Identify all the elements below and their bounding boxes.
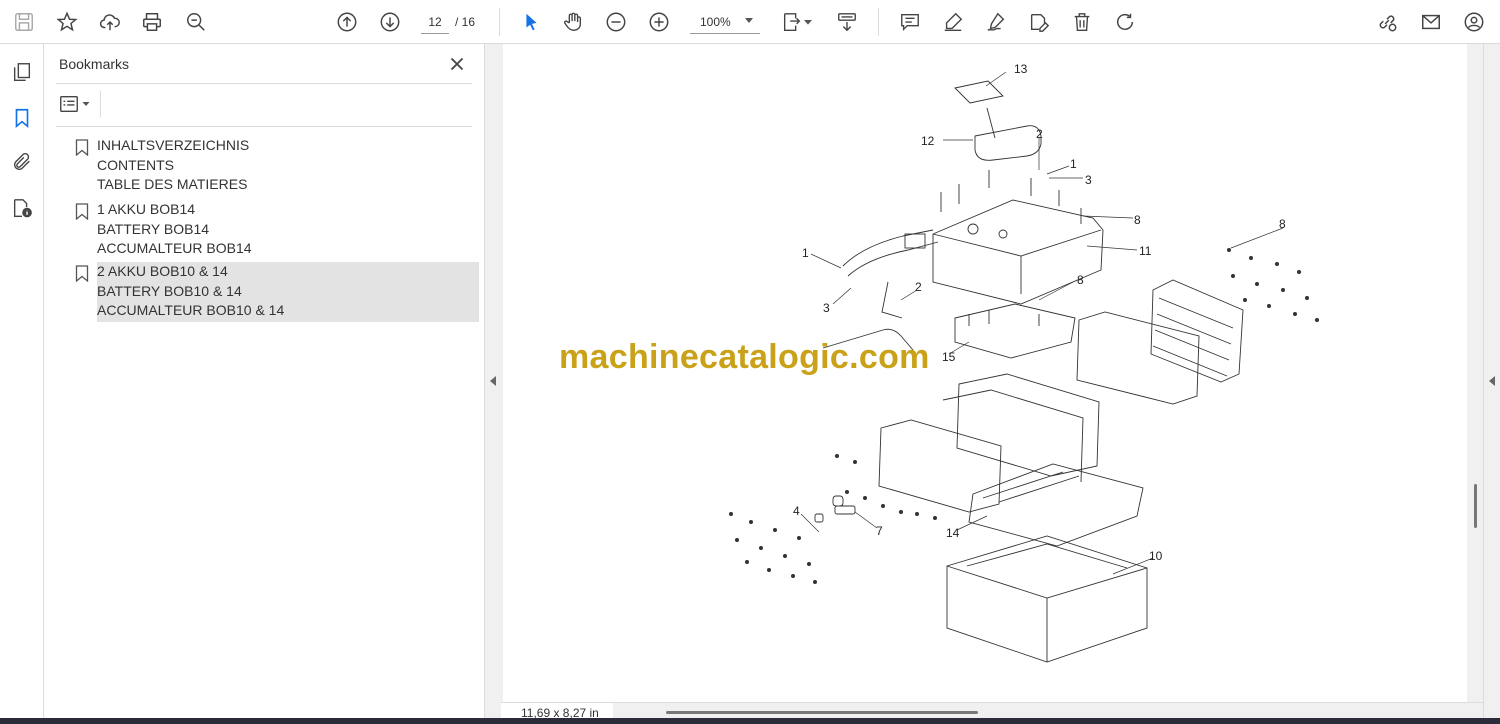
email-icon[interactable] (1417, 8, 1445, 36)
select-cursor-icon[interactable] (517, 8, 545, 36)
list-options-icon (60, 95, 78, 113)
zoom-search-icon[interactable] (182, 8, 210, 36)
taskbar-edge (0, 718, 1500, 724)
callout-label: 3 (823, 301, 830, 315)
horizontal-scrollbar[interactable] (666, 711, 978, 714)
callout-label: 7 (876, 524, 883, 538)
callout-label: 8 (1077, 273, 1084, 287)
document-info-icon[interactable] (8, 194, 36, 222)
close-icon[interactable] (446, 53, 468, 75)
bookmark-icon (75, 265, 89, 282)
chevron-down-icon[interactable] (800, 8, 816, 36)
callout-label: 11 (1139, 244, 1152, 258)
document-viewport[interactable]: 13 12 2 1 3 8 11 8 1 2 3 8 15 10 4 7 14 … (501, 44, 1483, 724)
callout-label: 10 (1149, 549, 1163, 563)
panel-title: Bookmarks (59, 56, 130, 72)
print-icon[interactable] (138, 8, 166, 36)
bookmarks-panel: Bookmarks INHALTSVERZEICHNIS CONTENTS TA… (44, 44, 485, 724)
zoom-out-icon[interactable] (602, 8, 630, 36)
scrollbar-thumb[interactable] (1474, 484, 1477, 528)
share-link-icon[interactable] (1373, 8, 1401, 36)
rotate-icon[interactable] (1111, 8, 1139, 36)
hand-icon[interactable] (559, 8, 587, 36)
divider (56, 126, 472, 127)
panel-collapse-handle[interactable] (485, 44, 501, 724)
zoom-in-icon[interactable] (645, 8, 673, 36)
page-total: / 16 (455, 15, 476, 29)
callout-label: 1 (802, 246, 809, 260)
page-number-input[interactable]: 12 (421, 10, 449, 34)
callout-label: 13 (1014, 62, 1028, 76)
right-panel-handle[interactable] (1483, 44, 1500, 724)
chevron-left-icon (490, 376, 496, 386)
bookmark-icon (75, 139, 89, 156)
callout-label: 4 (793, 504, 800, 518)
page-thumbnails-icon[interactable] (8, 58, 36, 86)
account-icon[interactable] (1460, 8, 1488, 36)
callout-label: 8 (1279, 217, 1286, 231)
bookmark-label: INHALTSVERZEICHNIS CONTENTS TABLE DES MA… (97, 137, 250, 192)
bookmark-options-button[interactable] (58, 92, 94, 116)
divider (56, 83, 472, 84)
star-icon[interactable] (53, 8, 81, 36)
chevron-down-icon (82, 102, 90, 106)
prev-page-icon[interactable] (333, 8, 361, 36)
divider (100, 91, 101, 117)
callout-label: 12 (921, 134, 935, 148)
delete-icon[interactable] (1068, 8, 1096, 36)
upload-icon[interactable] (96, 8, 124, 36)
scroll-mode-icon[interactable] (833, 8, 861, 36)
sign-icon[interactable] (982, 8, 1010, 36)
bookmark-icon[interactable] (8, 104, 36, 132)
edit-text-icon[interactable] (1025, 8, 1053, 36)
attachment-icon[interactable] (8, 148, 36, 176)
callout-label: 2 (1036, 127, 1043, 141)
chevron-left-icon (1489, 376, 1495, 386)
callout-label: 15 (942, 350, 956, 364)
bookmark-label: 1 AKKU BOB14 BATTERY BOB14 ACCUMALTEUR B… (97, 201, 252, 256)
callout-label: 2 (915, 280, 922, 294)
bookmark-icon (75, 203, 89, 220)
highlight-icon[interactable] (939, 8, 967, 36)
document-page: 13 12 2 1 3 8 11 8 1 2 3 8 15 10 4 7 14 … (503, 44, 1467, 704)
comment-icon[interactable] (896, 8, 924, 36)
vertical-scrollbar[interactable] (1471, 44, 1483, 704)
toolbar-divider (878, 8, 879, 36)
bookmark-item-selected[interactable]: 2 AKKU BOB10 & 14 BATTERY BOB10 & 14 ACC… (72, 262, 479, 322)
watermark-text: machinecatalogic.com (559, 338, 930, 376)
toolbar-divider (499, 8, 500, 36)
callout-label: 8 (1134, 213, 1141, 227)
callout-label: 14 (946, 526, 960, 540)
bookmark-item[interactable]: INHALTSVERZEICHNIS CONTENTS TABLE DES MA… (72, 136, 479, 196)
next-page-icon[interactable] (376, 8, 404, 36)
chevron-down-icon[interactable] (745, 18, 753, 23)
callout-label: 3 (1085, 173, 1092, 187)
navigation-rail (0, 44, 44, 724)
bookmark-item[interactable]: 1 AKKU BOB14 BATTERY BOB14 ACCUMALTEUR B… (72, 200, 479, 260)
save-icon[interactable] (10, 8, 38, 36)
bookmark-label: 2 AKKU BOB10 & 14 BATTERY BOB10 & 14 ACC… (97, 262, 479, 322)
callout-label: 1 (1070, 157, 1077, 171)
main-toolbar: 12 / 16 100% (0, 0, 1500, 44)
